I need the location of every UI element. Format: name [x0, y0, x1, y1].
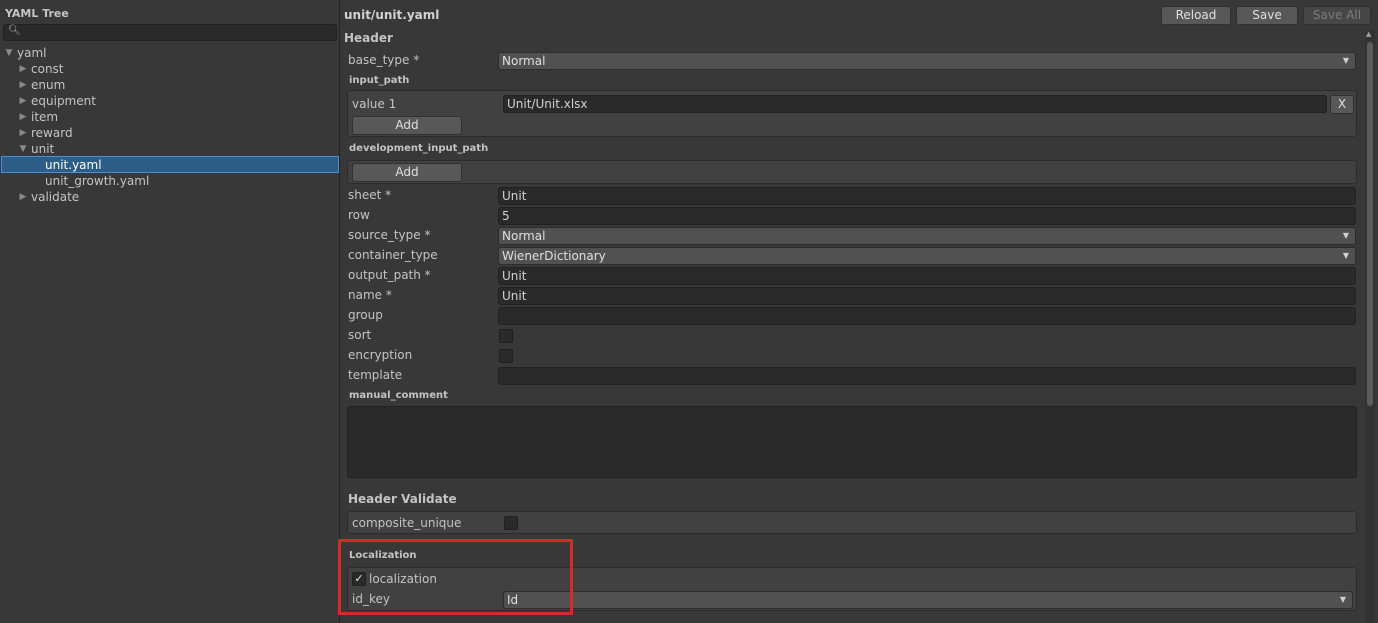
template-label: template: [348, 368, 403, 382]
reload-button[interactable]: Reload: [1161, 6, 1231, 25]
expanded-arrow-icon[interactable]: ▼: [4, 45, 14, 61]
tree-item-label: yaml: [17, 46, 47, 60]
encryption-label: encryption: [348, 348, 413, 362]
tree-item-reward[interactable]: ▶ reward: [0, 125, 338, 141]
localization-title: Localization: [349, 550, 417, 561]
tree-item-label: enum: [31, 78, 66, 92]
localization-box: ✓ localization id_key Id ▼: [347, 567, 1357, 611]
collapsed-arrow-icon[interactable]: ▶: [18, 109, 28, 125]
composite-unique-checkbox[interactable]: [504, 516, 518, 530]
input-path-item-field[interactable]: Unit/Unit.xlsx: [503, 95, 1327, 113]
source-type-dropdown[interactable]: Normal ▼: [498, 227, 1356, 245]
sheet-label: sheet *: [348, 188, 392, 202]
id-key-label: id_key: [352, 592, 390, 606]
header-validate-title: Header Validate: [348, 492, 457, 506]
tree-item-label: equipment: [31, 94, 96, 108]
group-field[interactable]: [498, 307, 1356, 325]
expanded-arrow-icon[interactable]: ▼: [18, 141, 28, 157]
input-path-item-label: value 1: [352, 97, 397, 111]
composite-unique-label: composite_unique: [352, 516, 462, 530]
inspector-panel: unit/unit.yaml Reload Save Save All Head…: [341, 0, 1378, 623]
collapsed-arrow-icon[interactable]: ▶: [18, 125, 28, 141]
tree-item-label: unit: [31, 142, 55, 156]
container-type-value: WienerDictionary: [502, 249, 606, 263]
row-field[interactable]: 5: [498, 207, 1356, 225]
row-label: row: [348, 208, 370, 222]
development-input-path-list: Add: [347, 160, 1357, 184]
output-path-field[interactable]: Unit: [498, 267, 1356, 285]
container-type-label: container_type: [348, 248, 438, 262]
base-type-dropdown[interactable]: Normal ▼: [498, 52, 1356, 70]
collapsed-arrow-icon[interactable]: ▶: [18, 61, 28, 77]
base-type-label: base_type *: [348, 53, 420, 67]
localization-checkbox[interactable]: ✓: [352, 572, 366, 586]
collapsed-arrow-icon[interactable]: ▶: [18, 93, 28, 109]
sort-checkbox[interactable]: [499, 329, 513, 343]
tree-item-label: unit.yaml: [45, 158, 102, 172]
tree-search-input[interactable]: 🔍︎: [3, 24, 337, 41]
manual-comment-title: manual_comment: [349, 390, 448, 401]
save-button[interactable]: Save: [1236, 6, 1298, 25]
tree-item-unit[interactable]: ▼ unit: [0, 141, 338, 157]
source-type-label: source_type *: [348, 228, 431, 242]
chevron-down-icon: ▼: [1342, 251, 1349, 260]
collapsed-arrow-icon[interactable]: ▶: [18, 189, 28, 205]
input-path-title: input_path: [349, 75, 410, 86]
save-all-button[interactable]: Save All: [1303, 6, 1371, 25]
scroll-up-arrow-icon[interactable]: ▲: [1366, 30, 1371, 38]
development-input-path-title: development_input_path: [349, 143, 489, 154]
tree-item-enum[interactable]: ▶ enum: [0, 77, 338, 93]
id-key-dropdown[interactable]: Id ▼: [503, 591, 1353, 609]
group-label: group: [348, 308, 383, 322]
tree-panel-title: YAML Tree: [5, 7, 69, 20]
container-type-dropdown[interactable]: WienerDictionary ▼: [498, 247, 1356, 265]
sheet-field[interactable]: Unit: [498, 187, 1356, 205]
input-path-list: value 1 Unit/Unit.xlsx X Add: [347, 90, 1357, 137]
file-title: unit/unit.yaml: [344, 8, 440, 22]
add-input-path-button[interactable]: Add: [352, 116, 462, 135]
header-validate-box: composite_unique: [347, 511, 1357, 534]
chevron-down-icon: ▼: [1342, 231, 1349, 240]
id-key-value: Id: [507, 593, 519, 607]
output-path-label: output_path *: [348, 268, 431, 282]
template-field[interactable]: [498, 367, 1356, 385]
tree-item-label: const: [31, 62, 64, 76]
tree-item-equipment[interactable]: ▶ equipment: [0, 93, 338, 109]
chevron-down-icon: ▼: [1339, 595, 1346, 604]
collapsed-arrow-icon[interactable]: ▶: [18, 77, 28, 93]
manual-comment-textarea[interactable]: [347, 406, 1357, 478]
tree-item-label: unit_growth.yaml: [45, 174, 150, 188]
sort-label: sort: [348, 328, 372, 342]
chevron-down-icon: ▼: [1342, 56, 1349, 65]
encryption-checkbox[interactable]: [499, 349, 513, 363]
search-icon: 🔍︎: [8, 25, 21, 36]
tree-item-const[interactable]: ▶ const: [0, 61, 338, 77]
base-type-value: Normal: [502, 54, 546, 68]
remove-input-path-button[interactable]: X: [1330, 95, 1354, 114]
tree-item-yaml[interactable]: ▼ yaml: [0, 45, 338, 61]
header-section-title: Header: [344, 31, 393, 45]
source-type-value: Normal: [502, 229, 546, 243]
name-field[interactable]: Unit: [498, 287, 1356, 305]
tree-item-label: item: [31, 110, 59, 124]
tree-item-unit-yaml[interactable]: unit.yaml: [1, 156, 339, 173]
tree-item-validate[interactable]: ▶ validate: [0, 189, 338, 205]
yaml-tree-panel: YAML Tree 🔍︎ ▼ yaml ▶ const ▶ enum ▶ equ…: [0, 0, 340, 623]
add-development-input-path-button[interactable]: Add: [352, 163, 462, 182]
checkmark-icon: ✓: [354, 572, 364, 585]
tree-item-item[interactable]: ▶ item: [0, 109, 338, 125]
localization-label: localization: [369, 572, 437, 586]
tree-item-label: reward: [31, 126, 73, 140]
tree-item-label: validate: [31, 190, 80, 204]
name-label: name *: [348, 288, 392, 302]
scrollbar-thumb[interactable]: [1367, 42, 1373, 406]
tree-item-unit-growth-yaml[interactable]: unit_growth.yaml: [0, 173, 338, 189]
vertical-scrollbar[interactable]: ▲: [1365, 30, 1375, 623]
